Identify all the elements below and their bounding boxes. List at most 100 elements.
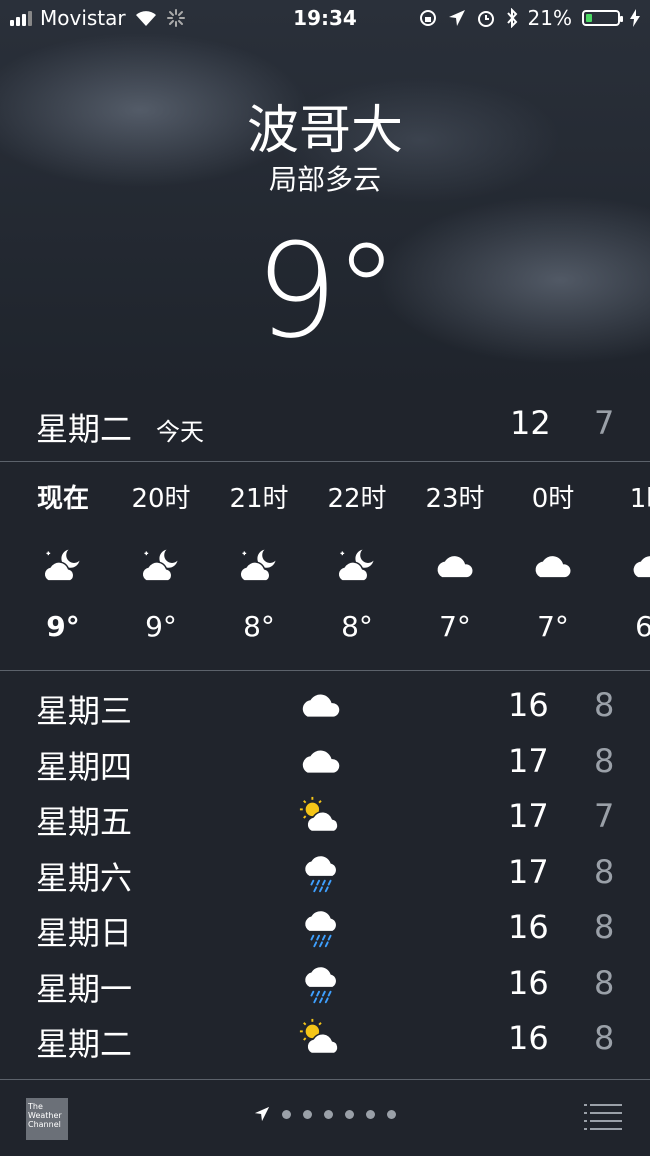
current-condition: 局部多云	[268, 163, 381, 196]
daily-row: 星期四 17 8	[0, 734, 650, 790]
page-dot[interactable]	[345, 1109, 354, 1119]
hour-icon	[116, 546, 206, 606]
hour-temp: 8°	[341, 610, 373, 643]
daily-low: 8	[594, 1019, 615, 1057]
hourly-item: 23时 7°	[410, 462, 500, 643]
daily-day: 星期四	[36, 747, 133, 786]
daily-high: 17	[508, 797, 549, 835]
daily-row: 星期日 16 8	[0, 900, 650, 956]
daily-low: 7	[594, 797, 615, 835]
daily-day: 星期二	[36, 1025, 133, 1063]
daily-icon	[298, 851, 348, 893]
daily-low: 8	[594, 908, 615, 946]
daily-icon	[298, 1017, 348, 1059]
daily-low: 8	[594, 963, 615, 1002]
location-arrow-icon	[254, 1106, 270, 1122]
hour-time: 1时	[629, 484, 650, 514]
daily-high: 16	[508, 963, 549, 1002]
today-summary: 星期二 今天 12 7	[0, 390, 650, 460]
hour-icon	[508, 546, 598, 606]
rain-icon	[305, 855, 336, 892]
daily-day: 星期六	[36, 858, 133, 897]
daily-low: 8	[594, 852, 615, 891]
page-dot[interactable]	[366, 1109, 375, 1119]
hour-icon	[312, 546, 402, 606]
hour-time: 23时	[425, 484, 485, 514]
today-low: 7	[594, 404, 615, 442]
status-bar: Movistar 19:34 21%	[0, 0, 650, 36]
partly-sunny-icon	[299, 1018, 339, 1055]
daily-icon	[298, 795, 348, 837]
page-dot[interactable]	[324, 1109, 333, 1119]
daily-day: 星期日	[36, 914, 133, 952]
page-dot[interactable]	[303, 1109, 312, 1119]
cloud-icon	[302, 694, 340, 717]
hour-icon	[18, 546, 108, 606]
page-dot[interactable]	[387, 1109, 396, 1119]
page-dot[interactable]	[282, 1109, 291, 1119]
alarm-icon	[477, 11, 494, 27]
daily-low: 8	[594, 686, 615, 724]
battery-fill	[586, 14, 592, 22]
daily-high: 16	[508, 1019, 549, 1057]
daily-high: 17	[508, 741, 549, 780]
hourly-forecast[interactable]: 现在 9° 20时 9° 21时 8° 22时 8° 23时 7° 0时 7° 1时 6°	[0, 462, 650, 670]
cloud-icon	[302, 750, 340, 773]
rain-icon	[305, 966, 336, 1003]
daily-low: 8	[594, 741, 615, 780]
hour-temp: 7°	[537, 610, 569, 643]
hourly-item: 20时 9°	[116, 462, 206, 643]
partly-cloudy-night-icon	[337, 549, 374, 582]
cloud-icon	[535, 556, 571, 578]
hour-time: 0时	[531, 484, 575, 514]
hourly-item: 现在 9°	[18, 462, 108, 643]
daily-icon	[298, 684, 348, 726]
city-list-icon[interactable]	[584, 1102, 624, 1132]
daily-high: 17	[508, 852, 549, 891]
daily-icon	[298, 962, 348, 1004]
charging-bolt-icon	[630, 9, 640, 27]
page-indicator[interactable]	[254, 1106, 396, 1122]
hour-temp: 8°	[243, 610, 275, 643]
hourly-item: 22时 8°	[312, 462, 402, 643]
weather-channel-logo[interactable]: The Weather Channel	[26, 1098, 68, 1140]
partly-cloudy-night-icon	[141, 549, 178, 582]
location-arrow-icon	[448, 10, 465, 26]
battery-icon	[582, 10, 623, 26]
today-day: 星期二	[36, 410, 133, 448]
city-name: 波哥大	[246, 101, 403, 161]
hourly-item: 21时 8°	[214, 462, 304, 643]
hour-time: 22时	[327, 484, 387, 514]
current-temperature: 9°	[255, 215, 399, 367]
rain-icon	[305, 911, 336, 948]
hour-icon	[606, 546, 650, 606]
hour-temp: 6°	[635, 610, 650, 643]
hour-temp: 9°	[46, 610, 80, 643]
battery-percent: 21%	[527, 6, 572, 30]
daily-row: 星期三 16 8	[0, 678, 650, 734]
partly-cloudy-night-icon	[239, 549, 276, 582]
daily-day: 星期五	[36, 803, 133, 841]
divider	[0, 670, 650, 671]
cloud-icon	[437, 556, 473, 578]
daily-day: 星期一	[36, 969, 133, 1008]
daily-day: 星期三	[36, 692, 133, 730]
today-high: 12	[510, 404, 551, 442]
daily-high: 16	[508, 908, 549, 946]
hourly-item: 1时 6°	[606, 462, 650, 643]
daily-row: 星期五 17 7	[0, 789, 650, 845]
hourly-item: 0时 7°	[508, 462, 598, 643]
daily-forecast[interactable]: 星期三 16 8 星期四 17 8 星期五 17 7 星期六 17 8 星期日 16 8 星期一 16 8 星期二 1…	[0, 678, 650, 1067]
partly-sunny-icon	[299, 796, 339, 833]
daily-high: 16	[508, 686, 549, 724]
hour-time: 21时	[229, 484, 289, 514]
hour-time: 20时	[131, 484, 191, 514]
hour-temp: 9°	[145, 610, 177, 643]
partly-cloudy-night-icon	[43, 549, 80, 582]
footer-toolbar: The Weather Channel	[0, 1080, 650, 1156]
bluetooth-icon	[506, 8, 517, 28]
daily-row: 星期一 16 8	[0, 956, 650, 1012]
daily-icon	[298, 906, 348, 948]
daily-icon	[298, 740, 348, 782]
hour-temp: 7°	[439, 610, 471, 643]
